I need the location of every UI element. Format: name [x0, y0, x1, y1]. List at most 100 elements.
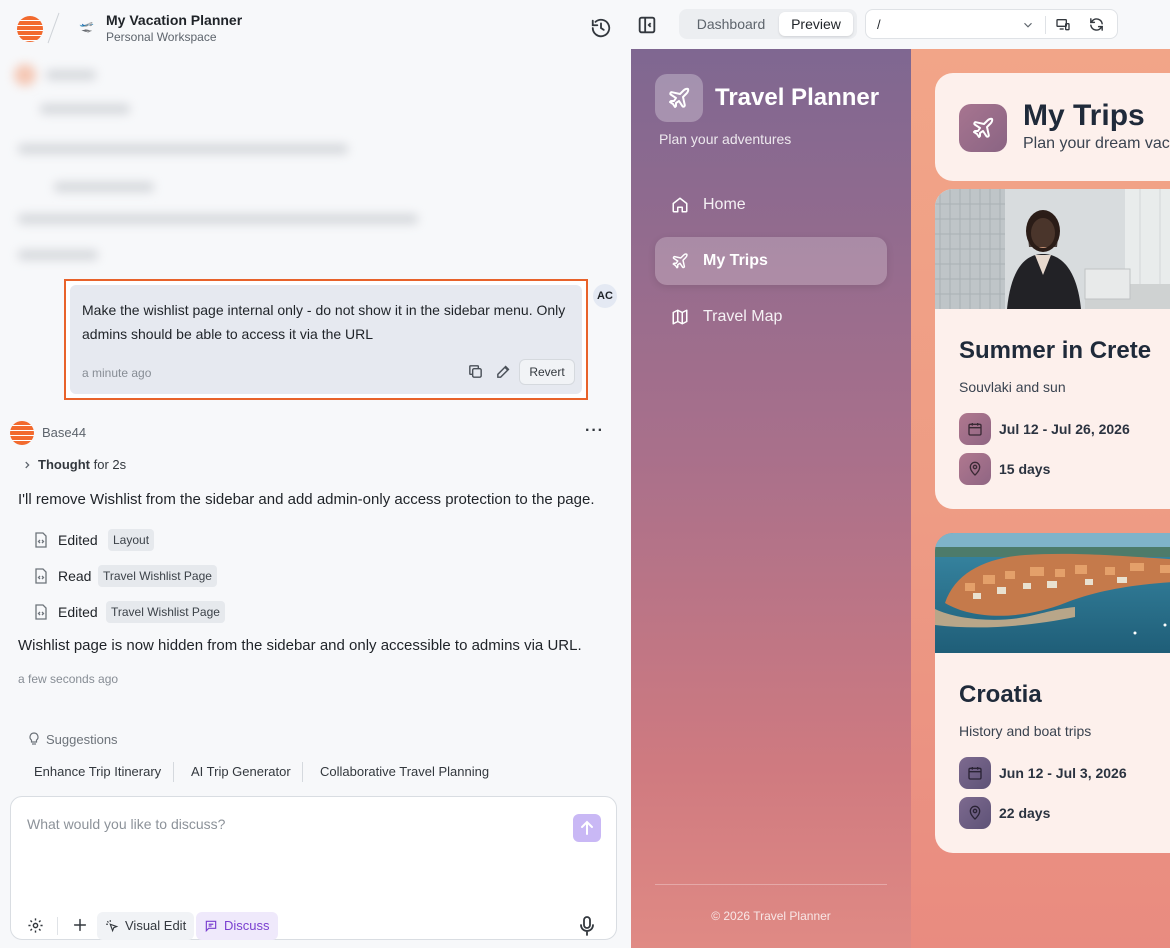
- location-pin-icon: [969, 461, 981, 476]
- assistant-summary: Wishlist page is now hidden from the sid…: [18, 637, 582, 654]
- tab-preview[interactable]: Preview: [779, 12, 853, 36]
- calendar-icon: [968, 423, 982, 436]
- avatar: AC: [593, 284, 617, 308]
- preview-main: My Trips Plan your dream vac Summer in C…: [911, 49, 1170, 948]
- top-bar: 🛫 My Vacation Planner Personal Workspace…: [0, 0, 1170, 50]
- visual-edit-button[interactable]: Visual Edit: [97, 912, 195, 940]
- cursor-sparkle-icon: [106, 920, 119, 933]
- microphone-icon[interactable]: [579, 916, 595, 936]
- calendar-icon: [968, 767, 982, 780]
- user-message-time: a minute ago: [82, 366, 152, 380]
- plane-icon: [669, 87, 690, 108]
- suggestion-chip[interactable]: Collaborative Travel Planning: [320, 764, 489, 779]
- divider: [57, 917, 58, 935]
- trip-name: Summer in Crete: [959, 337, 1152, 364]
- copy-icon[interactable]: [467, 363, 484, 380]
- gear-icon[interactable]: [27, 917, 44, 934]
- chat-panel: Make the wishlist page internal only - d…: [0, 50, 630, 948]
- suggestion-chip[interactable]: Enhance Trip Itinerary: [34, 764, 161, 779]
- page-header-card: My Trips Plan your dream vac: [935, 73, 1170, 181]
- view-toggle: Dashboard Preview: [679, 9, 857, 39]
- action-target-tag[interactable]: Travel Wishlist Page: [106, 601, 225, 623]
- more-options-icon[interactable]: ···: [585, 422, 604, 440]
- page-subtitle: Plan your dream vac: [1023, 135, 1170, 152]
- assistant-name: Base44: [42, 425, 87, 440]
- brand-title: Travel Planner: [715, 84, 880, 111]
- file-code-icon: [35, 532, 47, 548]
- home-icon: [672, 197, 688, 213]
- page-header-icon: [959, 104, 1007, 152]
- page-title: My Trips: [1023, 99, 1145, 132]
- divider: [302, 762, 303, 782]
- refresh-icon[interactable]: [1088, 16, 1105, 33]
- url-selector[interactable]: /: [865, 9, 1118, 39]
- assistant-intro: I'll remove Wishlist from the sidebar an…: [18, 491, 595, 508]
- project-name[interactable]: My Vacation Planner: [106, 12, 242, 28]
- message-composer[interactable]: What would you like to discuss? Visual E…: [10, 796, 617, 940]
- meta-icon-box: [959, 797, 991, 829]
- tab-dashboard[interactable]: Dashboard: [683, 12, 779, 36]
- base44-avatar: [10, 421, 34, 445]
- trip-duration: 22 days: [999, 805, 1051, 821]
- divider: [173, 762, 174, 782]
- arrow-up-icon: [581, 820, 593, 835]
- sidebar-toggle-icon[interactable]: [636, 14, 658, 36]
- preview-sidebar: Travel Planner Plan your adventures Home…: [631, 49, 911, 948]
- chat-bubble-icon: [205, 920, 217, 933]
- blurred-history: [10, 58, 625, 268]
- thought-toggle[interactable]: Thought for 2s: [22, 457, 126, 472]
- trip-dates: Jun 12 - Jul 3, 2026: [999, 765, 1127, 781]
- project-icon: 🛫: [79, 19, 94, 33]
- location-pin-icon: [969, 805, 981, 820]
- trip-dates: Jul 12 - Jul 26, 2026: [999, 421, 1130, 437]
- history-icon[interactable]: [590, 17, 612, 39]
- edit-icon[interactable]: [495, 363, 512, 380]
- trip-duration: 15 days: [999, 461, 1051, 477]
- brand-tagline: Plan your adventures: [659, 131, 792, 147]
- map-icon: [672, 309, 688, 325]
- base44-logo[interactable]: [17, 16, 43, 42]
- brand-logo: [655, 74, 703, 122]
- meta-icon-box: [959, 757, 991, 789]
- chevron-right-icon: [25, 461, 30, 469]
- plus-icon[interactable]: [72, 917, 88, 933]
- user-message-highlight: Make the wishlist page internal only - d…: [64, 279, 588, 400]
- sidebar-footer: © 2026 Travel Planner: [711, 909, 831, 923]
- suggestion-chip[interactable]: AI Trip Generator: [191, 764, 291, 779]
- trip-description: History and boat trips: [959, 723, 1092, 739]
- divider: [47, 12, 60, 44]
- revert-button[interactable]: Revert: [519, 359, 575, 385]
- trip-card[interactable]: Croatia History and boat trips Jun 12 - …: [935, 533, 1170, 853]
- devices-icon[interactable]: [1055, 17, 1071, 33]
- user-message-text: Make the wishlist page internal only - d…: [82, 302, 566, 342]
- assistant-time: a few seconds ago: [18, 672, 119, 686]
- divider: [1045, 16, 1046, 34]
- action-target-tag[interactable]: Travel Wishlist Page: [98, 565, 217, 587]
- sidebar-item-my-trips[interactable]: My Trips: [655, 237, 887, 285]
- plane-icon: [672, 253, 688, 269]
- trip-photo: [935, 189, 1170, 309]
- chat-input[interactable]: What would you like to discuss?: [27, 816, 225, 832]
- trip-name: Croatia: [959, 681, 1042, 708]
- lightbulb-icon: [29, 732, 39, 745]
- url-path: /: [877, 17, 881, 32]
- meta-icon-box: [959, 413, 991, 445]
- sidebar-item-travel-map[interactable]: Travel Map: [655, 293, 887, 341]
- meta-icon-box: [959, 453, 991, 485]
- discuss-button[interactable]: Discuss: [196, 912, 278, 940]
- file-code-icon: [35, 568, 47, 584]
- send-button[interactable]: [573, 814, 601, 842]
- file-code-icon: [35, 604, 47, 620]
- workspace-name: Personal Workspace: [106, 30, 217, 44]
- divider: [655, 884, 887, 885]
- suggestions-header: Suggestions: [28, 732, 118, 747]
- plane-icon: [973, 117, 994, 138]
- app-preview: Travel Planner Plan your adventures Home…: [631, 49, 1170, 948]
- trip-card[interactable]: Summer in Crete Souvlaki and sun Jul 12 …: [935, 189, 1170, 509]
- trip-description: Souvlaki and sun: [959, 379, 1066, 395]
- trip-photo: [935, 533, 1170, 653]
- user-message: Make the wishlist page internal only - d…: [70, 285, 582, 394]
- sidebar-item-home[interactable]: Home: [655, 181, 887, 229]
- chevron-down-icon[interactable]: [1021, 18, 1035, 32]
- action-target-tag[interactable]: Layout: [108, 529, 155, 551]
